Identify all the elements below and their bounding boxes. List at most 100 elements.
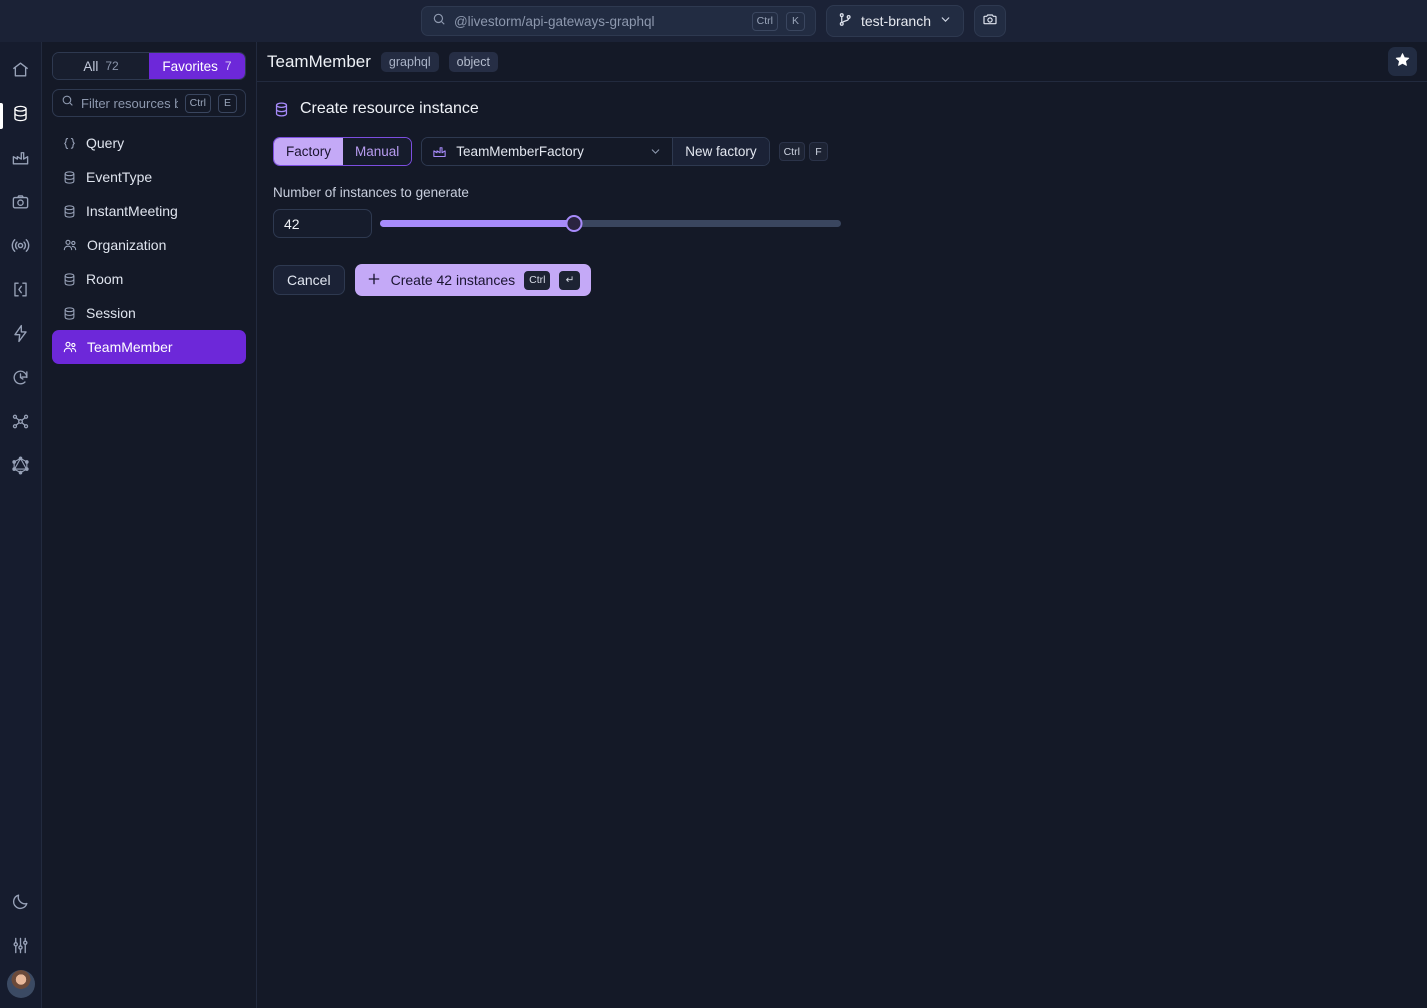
- instances-slider[interactable]: [380, 209, 841, 238]
- rail-item-graph[interactable]: [0, 402, 42, 446]
- create-shortcut-enter: ↵: [559, 270, 581, 290]
- braces-icon: [62, 136, 77, 151]
- search-icon: [61, 94, 74, 112]
- users-icon: [62, 339, 78, 355]
- toggle-option-manual[interactable]: Manual: [343, 138, 412, 165]
- page-title: TeamMember: [267, 51, 371, 71]
- slider-thumb[interactable]: [565, 215, 583, 232]
- resource-item-session[interactable]: Session: [52, 296, 246, 330]
- resource-item-label: InstantMeeting: [86, 203, 178, 219]
- icon-rail: [0, 42, 42, 1008]
- search-shortcut-ctrl: Ctrl: [751, 11, 778, 31]
- tab-all[interactable]: All 72: [53, 53, 149, 79]
- camera-icon: [11, 192, 30, 216]
- history-icon: [11, 368, 30, 392]
- tab-all-count: 72: [105, 59, 119, 73]
- resource-tabs: All 72 Favorites 7: [52, 52, 246, 80]
- chevron-down-icon: [649, 145, 662, 158]
- rail-item-database[interactable]: [0, 94, 42, 138]
- top-bar: @livestorm/api-gateways-graphql Ctrl K t…: [0, 0, 1427, 42]
- filter-resources-input[interactable]: Filter resources by… Ctrl E: [52, 89, 246, 117]
- filter-placeholder: Filter resources by…: [81, 95, 178, 111]
- main-content: TeamMember graphql object Create resourc…: [257, 42, 1427, 1008]
- users-icon: [62, 237, 78, 253]
- toggle-option-factory[interactable]: Factory: [274, 138, 344, 165]
- moon-icon: [11, 892, 30, 916]
- global-search-placeholder: @livestorm/api-gateways-graphql: [453, 13, 655, 29]
- broadcast-icon: [10, 235, 31, 261]
- home-icon: [11, 60, 30, 84]
- factory-select-value: TeamMemberFactory: [456, 144, 584, 159]
- slider-fill: [380, 220, 574, 227]
- filter-shortcut-ctrl: Ctrl: [184, 93, 211, 113]
- global-search-input[interactable]: @livestorm/api-gateways-graphql Ctrl K: [420, 6, 816, 36]
- rail-item-snapshots[interactable]: [0, 182, 42, 226]
- section-header: Create resource instance: [273, 100, 1411, 118]
- database-icon: [62, 272, 77, 287]
- new-factory-shortcut: Ctrl F: [778, 142, 828, 161]
- create-instances-button[interactable]: Create 42 instances Ctrl ↵: [354, 264, 592, 296]
- factory-combo: TeamMemberFactory New factory: [421, 137, 770, 166]
- screenshot-button[interactable]: [974, 5, 1007, 37]
- instances-label: Number of instances to generate: [273, 185, 469, 200]
- resource-item-query[interactable]: Query: [52, 126, 246, 160]
- resource-item-organization[interactable]: Organization: [52, 228, 246, 262]
- resource-item-room[interactable]: Room: [52, 262, 246, 296]
- badge-graphql: graphql: [380, 51, 439, 72]
- instances-row: [273, 209, 1411, 238]
- new-factory-shortcut-ctrl: Ctrl: [778, 142, 805, 161]
- database-icon: [62, 204, 77, 219]
- mode-toggle: Factory Manual: [273, 137, 413, 166]
- factory-icon: [432, 144, 447, 159]
- create-instances-label: Create 42 instances: [390, 272, 516, 288]
- sliders-icon: [11, 936, 30, 960]
- resource-item-label: Room: [86, 271, 124, 287]
- plus-icon: [366, 271, 382, 290]
- new-factory-button[interactable]: New factory: [672, 138, 769, 165]
- search-shortcut-k: K: [785, 11, 805, 31]
- rail-item-theme-toggle[interactable]: [0, 882, 42, 926]
- chevron-down-icon: [939, 13, 952, 29]
- rail-item-code[interactable]: [0, 270, 42, 314]
- resource-item-label: Query: [86, 135, 125, 151]
- rail-item-factories[interactable]: [0, 138, 42, 182]
- rail-item-actions[interactable]: [0, 314, 42, 358]
- favorite-button[interactable]: [1388, 47, 1417, 76]
- avatar[interactable]: [6, 970, 35, 998]
- camera-icon: [982, 11, 998, 32]
- filter-shortcut-e: E: [218, 93, 237, 113]
- network-graph-icon: [11, 412, 30, 436]
- rail-item-settings[interactable]: [0, 926, 42, 970]
- database-icon: [62, 170, 77, 185]
- resource-item-label: EventType: [86, 169, 153, 185]
- resource-panel: All 72 Favorites 7 Filter resources by… …: [42, 42, 257, 1008]
- lightning-icon: [11, 324, 30, 348]
- section-title: Create resource instance: [300, 100, 479, 117]
- rail-item-history[interactable]: [0, 358, 42, 402]
- resource-item-label: Session: [86, 305, 136, 321]
- badge-object: object: [448, 51, 498, 72]
- resource-item-label: Organization: [87, 237, 167, 253]
- database-icon: [273, 101, 290, 118]
- git-branch-icon: [838, 12, 853, 30]
- resource-item-instantmeeting[interactable]: InstantMeeting: [52, 194, 246, 228]
- resource-item-teammember[interactable]: TeamMember: [52, 330, 246, 364]
- code-brackets-icon: [11, 280, 30, 304]
- cancel-button[interactable]: Cancel: [273, 265, 345, 295]
- factory-select[interactable]: TeamMemberFactory: [422, 138, 673, 165]
- new-factory-shortcut-f: F: [808, 142, 828, 161]
- rail-item-broadcast[interactable]: [0, 226, 42, 270]
- tab-favorites[interactable]: Favorites 7: [149, 53, 245, 79]
- resource-item-label: TeamMember: [87, 339, 173, 355]
- star-icon: [1395, 52, 1410, 72]
- search-icon: [432, 12, 446, 31]
- resource-item-eventtype[interactable]: EventType: [52, 160, 246, 194]
- create-shortcut-ctrl: Ctrl: [524, 270, 551, 290]
- rail-item-graphql[interactable]: [0, 446, 42, 490]
- instances-number-input[interactable]: [273, 209, 372, 238]
- tab-all-label: All: [83, 58, 99, 74]
- rail-item-home[interactable]: [0, 50, 42, 94]
- create-instance-form: Create resource instance Factory Manual …: [257, 82, 1427, 314]
- branch-selector[interactable]: test-branch: [825, 5, 965, 37]
- database-icon: [11, 104, 30, 128]
